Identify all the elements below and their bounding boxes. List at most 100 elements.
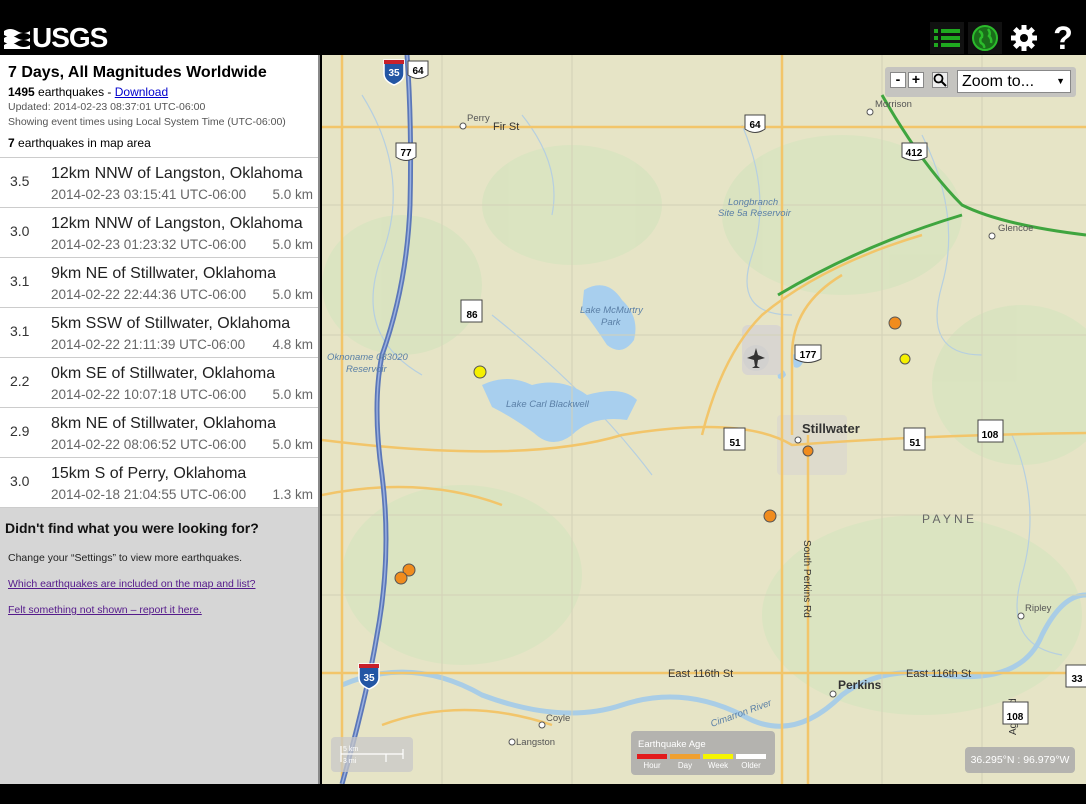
in-area-value: 7 [8,136,15,150]
list-item[interactable]: 3.0 15km S of Perry, Oklahoma 2014-02-18… [0,458,318,508]
earthquake-marker[interactable] [763,509,777,523]
map-label-morrison: Morrison [875,99,912,110]
settings-note: Change your “Settings” to view more eart… [8,552,243,564]
shield-i35-bottom: 35 [358,663,380,690]
zoom-out-button[interactable]: - [890,72,906,88]
count-value: 1495 [8,85,35,99]
svg-text:35: 35 [388,68,400,79]
shield-us64-mid: 64 [744,114,766,133]
shield-i35-top: 35 [383,59,405,86]
event-time: 2014-02-22 21:11:39 UTC-06:00 [51,337,246,352]
feed-title: 7 Days, All Magnitudes Worldwide [8,64,267,81]
magnitude: 3.1 [10,323,30,339]
svg-text:108: 108 [982,430,999,441]
event-depth: 5.0 km [272,237,313,252]
help-button[interactable]: ? [1046,20,1080,56]
earthquake-count: 1495 earthquakes - Download [8,85,310,99]
list-item[interactable]: 2.2 0km SE of Stillwater, Oklahoma 2014-… [0,358,318,408]
magnitude: 2.9 [10,423,30,439]
event-depth: 5.0 km [272,387,313,402]
usgs-logo[interactable]: USGS [4,21,108,53]
earthquake-marker[interactable] [888,316,902,330]
event-time: 2014-02-23 01:23:32 UTC-06:00 [51,237,247,252]
map-label-carl-blackwell: Lake Carl Blackwell [506,399,590,410]
map-label-116th-east: East 116th St [906,668,971,680]
map-label-oknoname-sub: Reservoir [346,364,387,375]
svg-text:177: 177 [800,350,817,361]
map-label-langston: Langston [516,737,555,748]
included-earthquakes-link[interactable]: Which earthquakes are included on the ma… [5,578,313,590]
scale-mi: 3 mi [343,758,357,765]
updated-time: Updated: 2014-02-23 08:37:01 UTC-06:00 [8,101,206,113]
zoom-search-button[interactable] [932,72,948,88]
event-depth: 5.0 km [272,437,313,452]
map-label-perkins: Perkins [838,678,882,692]
map-label-116th-west: East 116th St [668,668,733,680]
timezone-note: Showing event times using Local System T… [8,116,286,128]
airport-icon [743,345,769,371]
list-summary: 7 Days, All Magnitudes Worldwide 1495 ea… [0,55,318,158]
event-depth: 5.0 km [272,187,313,202]
list-icon [934,29,960,47]
sidebar-list: 7 Days, All Magnitudes Worldwide 1495 ea… [0,55,320,784]
help-section: Didn't find what you were looking for? C… [0,508,318,628]
map-label-mcmurtry-park: Park [601,317,622,328]
magnitude: 3.0 [10,473,30,489]
legend-swatch-day [670,754,700,759]
svg-text:51: 51 [909,438,921,449]
zoom-in-button[interactable]: + [908,72,924,88]
earthquake-marker[interactable] [899,353,911,365]
legend-label-day: Day [677,761,693,770]
map-canvas[interactable]: Perry Fir St Morrison Glencoe Longbranch… [322,55,1086,784]
scale-lines: 5 km 3 mi [340,746,404,765]
legend-swatch-hour [637,754,667,759]
map-label-longbranch-sub: Site 5a Reservoir [718,208,792,219]
zoom-to-select[interactable]: Zoom to... ▼ [957,70,1071,93]
cursor-coordinates: 36.295°N : 96.979°W [965,747,1075,773]
svg-text:35: 35 [363,673,375,684]
event-time: 2014-02-18 21:04:55 UTC-06:00 [51,487,247,502]
event-place: 9km NE of Stillwater, Oklahoma [51,265,276,282]
logo-text: USGS [32,21,108,53]
list-view-button[interactable] [930,22,964,54]
map-label-mcmurtry: Lake McMurtry [580,305,644,316]
download-link[interactable]: Download [115,85,168,99]
map-label-longbranch: Longbranch [728,197,778,208]
legend-label-hour: Hour [643,761,661,770]
event-depth: 1.3 km [272,487,313,502]
map-view[interactable]: Perry Fir St Morrison Glencoe Longbranch… [322,55,1086,784]
magnitude: 2.2 [10,373,30,389]
map-view-button[interactable] [968,22,1002,54]
help-heading: Didn't find what you were looking for? [5,520,259,536]
shield-sh33: 33 [1065,664,1086,688]
settings-button[interactable] [1007,22,1041,54]
event-time: 2014-02-22 08:06:52 UTC-06:00 [51,437,247,452]
map-label-coyle: Coyle [546,713,570,724]
event-place: 5km SSW of Stillwater, Oklahoma [51,315,291,332]
shield-sh108-north: 108 [977,419,1004,443]
earthquake-marker[interactable] [802,445,814,457]
gear-icon [1011,25,1037,51]
list-item[interactable]: 3.1 5km SSW of Stillwater, Oklahoma 2014… [0,308,318,358]
list-item[interactable]: 2.9 8km NE of Stillwater, Oklahoma 2014-… [0,408,318,458]
svg-text:412: 412 [906,148,923,159]
globe-icon [972,25,998,51]
app-window: USGS ? 7 Days, All Magnitudes Worldwide … [0,0,1086,804]
list-item[interactable]: 3.0 12km NNW of Langston, Oklahoma 2014-… [0,208,318,258]
svg-text:77: 77 [400,148,412,159]
zoom-to-value: Zoom to... [962,73,1035,90]
earthquake-age-legend: Earthquake Age Hour Day Week Older [631,731,775,775]
earthquake-marker[interactable] [394,571,408,585]
scale-km: 5 km [343,746,358,753]
magnifier-icon [933,73,947,87]
report-felt-link[interactable]: Felt something not shown – report it her… [5,604,313,616]
event-time: 2014-02-23 03:15:41 UTC-06:00 [51,187,247,202]
usgs-waves-icon [4,28,30,49]
list-item[interactable]: 3.5 12km NNW of Langston, Oklahoma 2014-… [0,158,318,208]
event-place: 12km NNW of Langston, Oklahoma [51,215,303,232]
list-item[interactable]: 3.1 9km NE of Stillwater, Oklahoma 2014-… [0,258,318,308]
legend-label-week: Week [707,761,729,770]
map-label-stillwater: Stillwater [802,421,860,436]
event-time: 2014-02-22 10:07:18 UTC-06:00 [51,387,247,402]
earthquake-marker[interactable] [473,365,487,379]
